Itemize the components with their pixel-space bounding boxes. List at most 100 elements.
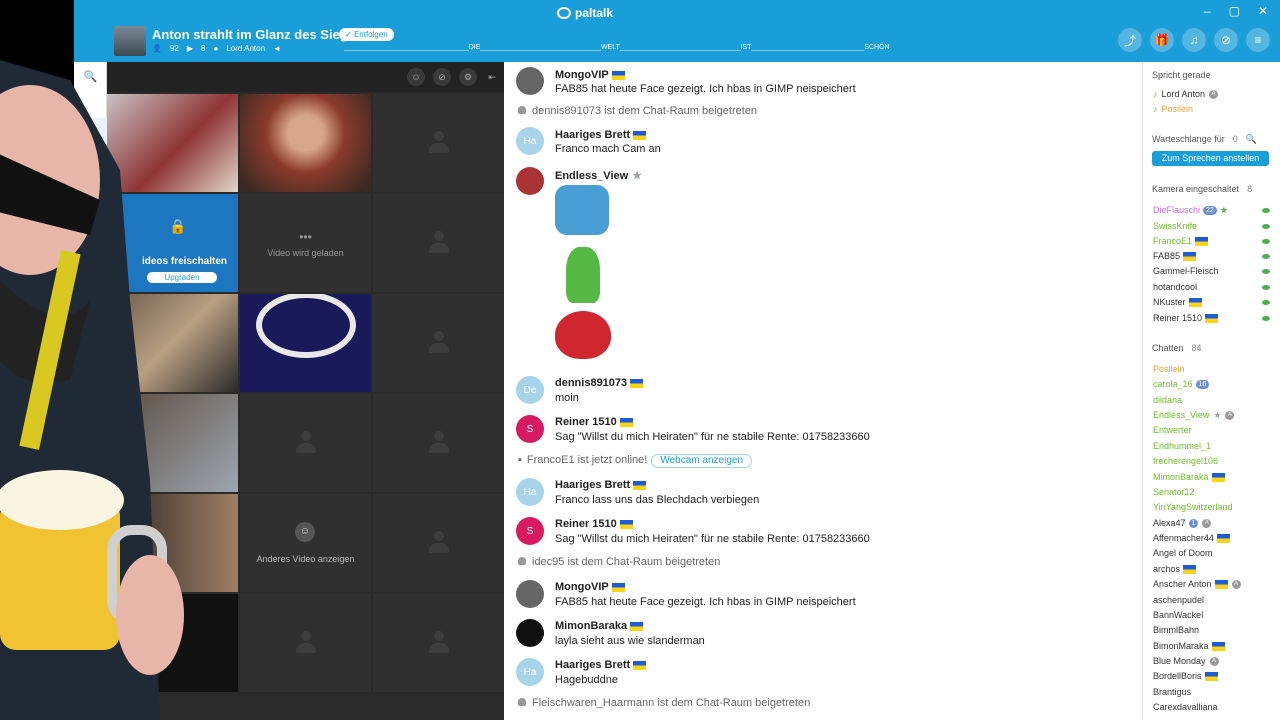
ukraine-flag-icon xyxy=(1214,579,1228,589)
user-placeholder-icon xyxy=(427,631,451,655)
frog-sticker-icon xyxy=(566,247,600,303)
other-video-label: Anderes Video anzeigen xyxy=(256,554,355,564)
chatter-row[interactable]: Blue Monday A xyxy=(1153,654,1272,668)
chat-panel: MongoVIP FAB85 hat heute Face gezeigt. I… xyxy=(504,62,1142,720)
minimize-icon[interactable]: – xyxy=(1204,4,1211,18)
settings-icon[interactable]: ⚙ xyxy=(459,68,477,86)
unfollow-button[interactable]: ✓ Entfolgen xyxy=(339,28,394,41)
chatter-row[interactable]: YinYangSwitzerland xyxy=(1153,500,1272,514)
chatter-row[interactable]: BimmlBahn xyxy=(1153,623,1272,637)
avatar: Ha xyxy=(516,658,544,686)
message-author[interactable]: Haariges Brett xyxy=(555,659,647,671)
ukraine-flag-icon xyxy=(633,660,647,670)
chatter-row[interactable]: carola_16 16 xyxy=(1153,377,1272,391)
upgrade-button[interactable]: Upgraden xyxy=(147,272,217,283)
menu-icon[interactable]: ≡ xyxy=(1246,28,1270,52)
cam-user-row[interactable]: NKuster xyxy=(1153,295,1272,309)
video-tile[interactable] xyxy=(107,494,238,592)
close-panel-icon[interactable]: ✕ xyxy=(74,118,107,146)
volume-icon[interactable]: ♫ xyxy=(1182,28,1206,52)
chatter-row[interactable]: MimonBaraka xyxy=(1153,470,1272,484)
video-tile[interactable] xyxy=(107,94,238,192)
chatter-row[interactable]: Carexdavalliana xyxy=(1153,700,1272,714)
video-tile[interactable] xyxy=(240,294,371,392)
chatter-row[interactable]: Senator12 xyxy=(1153,485,1272,499)
ukraine-flag-icon xyxy=(1183,251,1197,261)
chatter-row[interactable]: archos xyxy=(1153,562,1272,576)
cam-user-row[interactable]: FAB85 xyxy=(1153,249,1272,263)
ukraine-flag-icon xyxy=(1183,564,1197,574)
chatter-row[interactable]: frecherengel106 xyxy=(1153,454,1272,468)
header-actions: ⤴ 🎁 ♫ ⊘ ≡ xyxy=(1118,28,1270,52)
chatter-row[interactable]: Angel of Doom xyxy=(1153,546,1272,560)
chatter-row[interactable]: Endless_View ★ A xyxy=(1153,408,1272,422)
chatter-row[interactable]: Anscher Anton A xyxy=(1153,577,1272,591)
chatter-row[interactable]: aschenpudel xyxy=(1153,593,1272,607)
message-author[interactable]: Haariges Brett xyxy=(555,129,647,141)
queue-to-speak-button[interactable]: Zum Sprechen anstellen xyxy=(1152,151,1269,166)
eye-icon xyxy=(1262,284,1270,290)
camera-off-icon[interactable]: ⊘ xyxy=(1214,28,1238,52)
message-author[interactable]: MimonBaraka xyxy=(555,620,644,632)
message-author[interactable]: Reiner 1510 xyxy=(555,518,633,530)
chatter-row[interactable]: Entwerter xyxy=(1153,423,1272,437)
cam-user-row[interactable]: Reiner 1510 xyxy=(1153,311,1272,325)
message-author[interactable]: dennis891073 xyxy=(555,377,644,389)
ukraine-flag-icon xyxy=(633,130,647,140)
search-icon[interactable]: 🔍 xyxy=(1246,134,1257,144)
chatter-row[interactable]: Endhummel_1 xyxy=(1153,439,1272,453)
cam-user-row[interactable]: SwissKnife xyxy=(1153,219,1272,233)
avatar: De xyxy=(516,376,544,404)
message-author[interactable]: MongoVIP xyxy=(555,581,625,593)
chatter-row[interactable]: BannWackel xyxy=(1153,608,1272,622)
eye-icon xyxy=(1262,253,1270,259)
chatter-row[interactable]: BimonMaraka xyxy=(1153,639,1272,653)
message-text: layla sieht aus wie slanderman xyxy=(555,635,705,647)
message-author[interactable]: MongoVIP xyxy=(555,69,625,81)
other-video-tile[interactable]: ☺ Anderes Video anzeigen xyxy=(240,494,371,592)
cam-user-row[interactable]: FrancoE1 xyxy=(1153,234,1272,248)
video-tile[interactable] xyxy=(107,294,238,392)
message-text: Sag "Willst du mich Heiraten" für ne sta… xyxy=(555,533,870,545)
collapse-icon[interactable]: ⇤ xyxy=(483,68,501,86)
speaker-row[interactable]: ♪ Lord Anton A xyxy=(1153,87,1272,101)
cam-user-row[interactable]: DieFlauschi 22 ★ xyxy=(1153,203,1272,217)
user-placeholder-icon xyxy=(427,531,451,555)
message-author[interactable]: Endless_View ★ xyxy=(555,169,642,182)
chatter-row[interactable]: BordellBoris xyxy=(1153,669,1272,683)
message-text: FAB85 hat heute Face gezeigt. Ich hbas i… xyxy=(555,596,856,608)
locked-video-tile[interactable]: 🔒 ideos freischalten Upgraden xyxy=(107,194,238,292)
close-icon[interactable]: ✕ xyxy=(1258,4,1268,18)
message-author[interactable]: Haariges Brett xyxy=(555,479,647,491)
mic-icon: ♪ xyxy=(1153,104,1158,114)
cam-toggle-icon[interactable]: ⊘ xyxy=(433,68,451,86)
empty-video-tile xyxy=(373,294,504,392)
ukraine-flag-icon xyxy=(1188,297,1202,307)
video-tile[interactable] xyxy=(240,94,371,192)
video-tile[interactable] xyxy=(107,394,238,492)
chatter-row[interactable]: Brantigus xyxy=(1153,685,1272,699)
user-placeholder-icon xyxy=(294,431,318,455)
search-icon[interactable]: 🔍 xyxy=(74,62,107,90)
people-icon: ☺ xyxy=(295,522,315,542)
unfollow-label: Entfolgen xyxy=(353,30,388,39)
cam-user-row[interactable]: hotandcool xyxy=(1153,280,1272,294)
laughing-sticker-icon xyxy=(555,185,609,235)
share-icon[interactable]: ⤴ xyxy=(1118,28,1142,52)
empty-video-tile xyxy=(373,94,504,192)
chatter-row[interactable]: Posilein xyxy=(1153,362,1272,376)
chatter-row[interactable]: Affenmacher44 xyxy=(1153,531,1272,545)
message-author[interactable]: Reiner 1510 xyxy=(555,416,633,428)
user-placeholder-icon xyxy=(427,231,451,255)
webcam-show-button[interactable]: Webcam anzeigen xyxy=(651,454,753,468)
cam-user-row[interactable]: Gammel-Fleisch xyxy=(1153,264,1272,278)
video-tile[interactable] xyxy=(107,594,238,692)
speaker-row[interactable]: ♪ Posilein xyxy=(1153,102,1272,116)
maximize-icon[interactable]: ▢ xyxy=(1229,4,1240,18)
paltalk-window: paltalk – ▢ ✕ Anton strahlt im Glanz des… xyxy=(74,0,1280,720)
message-text: Franco mach Cam an xyxy=(555,143,661,155)
chatter-row[interactable]: dildana xyxy=(1153,393,1272,407)
participants-icon[interactable]: ☺ xyxy=(407,68,425,86)
gift-icon[interactable]: 🎁 xyxy=(1150,28,1174,52)
chatter-row[interactable]: Alexa47 1 A xyxy=(1153,516,1272,530)
